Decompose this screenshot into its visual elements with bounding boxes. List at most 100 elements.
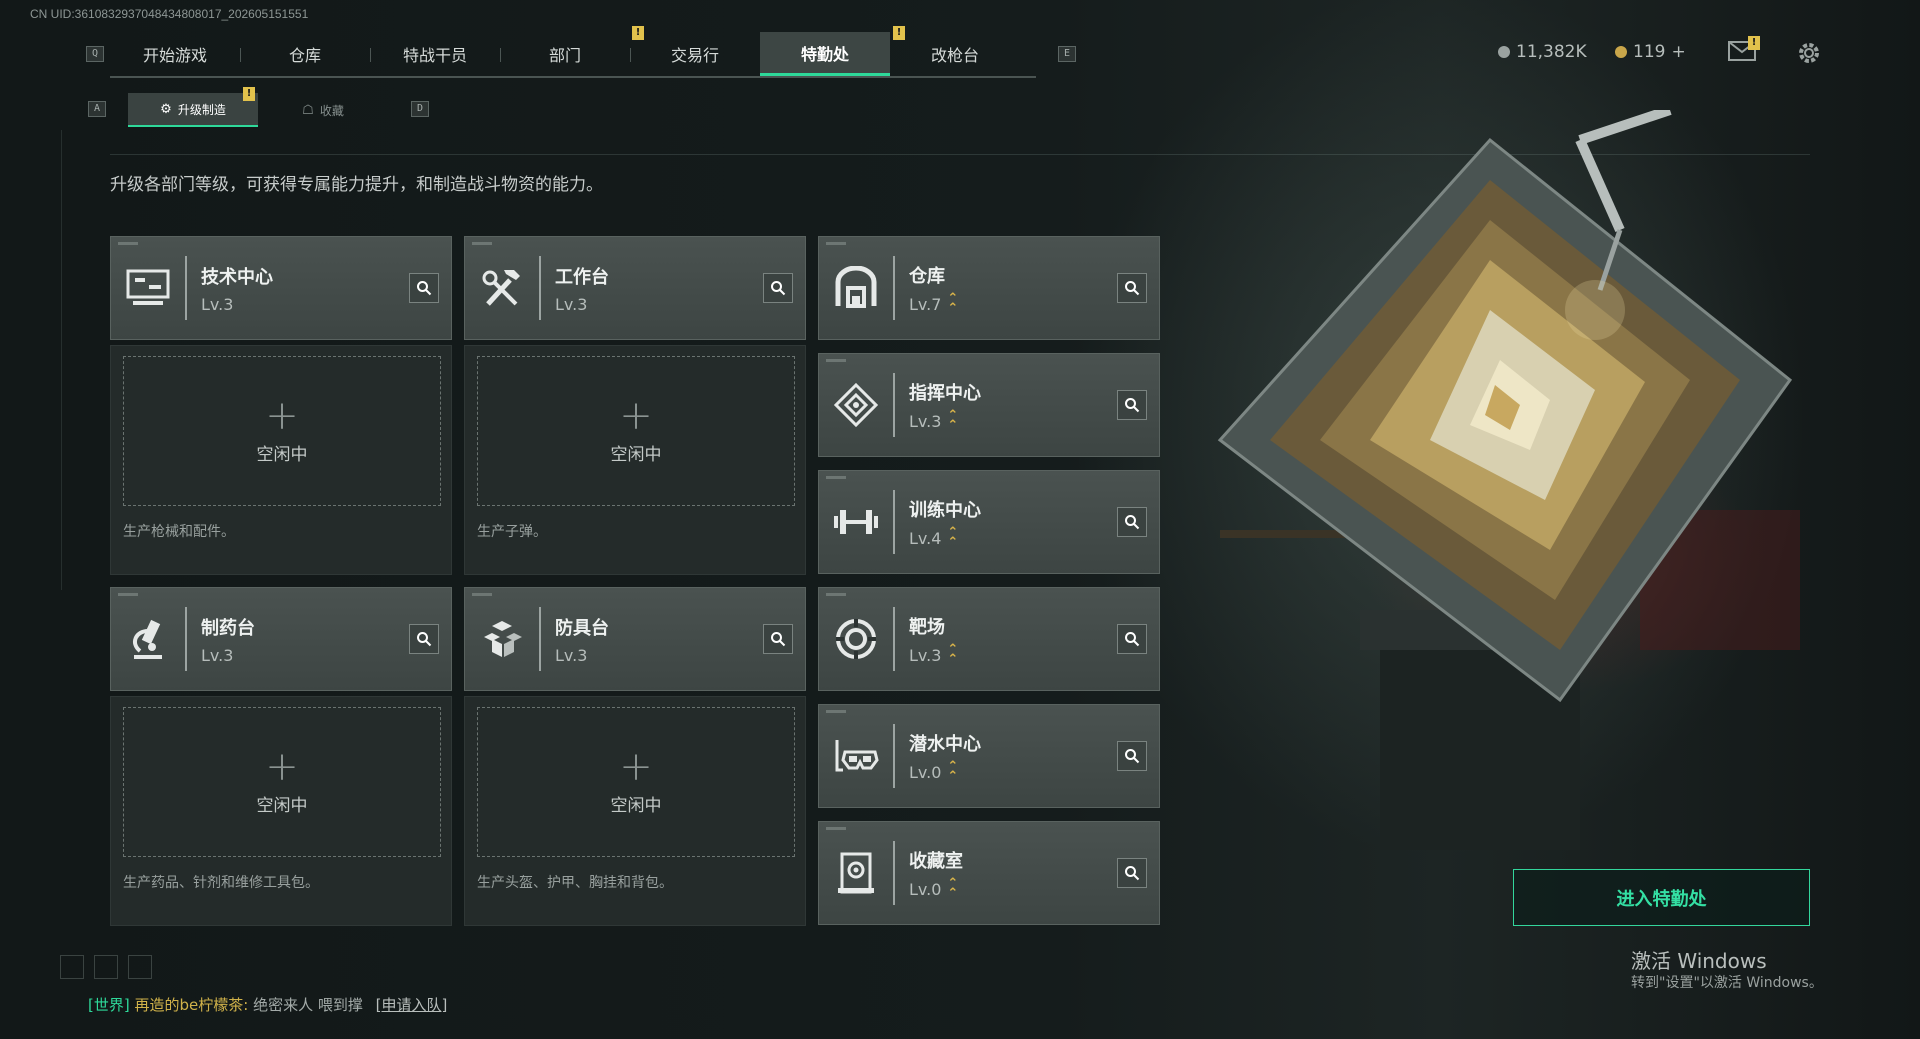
production-slot-area: + 空闲中 生产子弹。 xyxy=(464,345,806,575)
card-tag xyxy=(826,827,846,830)
key-hint-d: D xyxy=(411,101,429,117)
subtab-collection[interactable]: ☖ 收藏 xyxy=(258,93,388,127)
tab-special-ops[interactable]: 特勤处 xyxy=(760,32,890,76)
upgrade-available-icon: ⌃ ⌃ xyxy=(947,642,959,667)
armor-blocks-icon xyxy=(465,607,541,671)
uid-label: CN UID:3610832937048434808017_2026051515… xyxy=(30,7,309,21)
tab-department[interactable]: 部门 xyxy=(500,32,630,76)
facility-card-tech-center[interactable]: 技术中心 Lv.3 xyxy=(110,236,452,340)
search-icon xyxy=(771,281,786,296)
search-button[interactable] xyxy=(763,273,793,303)
dumbbell-icon xyxy=(819,490,895,554)
sub-nav: ⚙ 升级制造 ☖ 收藏 xyxy=(128,93,388,127)
card-tag xyxy=(826,476,846,479)
tab-trading[interactable]: 交易行 xyxy=(630,32,760,76)
gear-icon: ⚙ xyxy=(160,101,172,117)
search-button[interactable] xyxy=(763,624,793,654)
silver-amount: 11,382K xyxy=(1516,42,1587,62)
target-icon xyxy=(819,607,895,671)
facility-level: Lv.3 xyxy=(555,295,763,314)
diving-mask-icon xyxy=(819,724,895,788)
search-button[interactable] xyxy=(1117,741,1147,771)
facility-card-shooting-range[interactable]: 靶场 Lv.3 ⌃ ⌃ xyxy=(818,587,1160,691)
search-button[interactable] xyxy=(1117,390,1147,420)
chat-edit-icon[interactable] xyxy=(94,955,118,979)
facility-level: Lv.3 xyxy=(555,646,763,665)
slot-status: 空闲中 xyxy=(610,444,662,465)
tab-operators[interactable]: 特战干员 xyxy=(370,32,500,76)
search-button[interactable] xyxy=(1117,507,1147,537)
level-text: Lv.0 xyxy=(909,879,942,899)
chat-sender[interactable]: 再造的be柠檬茶: xyxy=(135,996,249,1014)
plus-icon: + xyxy=(619,743,653,790)
subtab-upgrade-craft[interactable]: ⚙ 升级制造 xyxy=(128,93,258,127)
tab-start-game[interactable]: 开始游戏 xyxy=(110,32,240,76)
search-icon xyxy=(1125,281,1140,296)
level-text: Lv.3 xyxy=(555,294,588,314)
facility-level: Lv.4 ⌃ ⌃ xyxy=(909,525,1117,550)
facility-card-command-center[interactable]: 指挥中心 Lv.3 ⌃ ⌃ xyxy=(818,353,1160,457)
level-text: Lv.4 xyxy=(909,528,942,548)
tab-gunsmith[interactable]: 改枪台 xyxy=(890,32,1020,76)
search-button[interactable] xyxy=(1117,624,1147,654)
produce-description: 生产药品、针剂和维修工具包。 xyxy=(123,875,319,891)
level-text: Lv.3 xyxy=(201,294,234,314)
facility-name: 潜水中心 xyxy=(909,734,981,755)
level-text: Lv.7 xyxy=(909,294,942,314)
tab-label: 部门 xyxy=(548,46,581,65)
empty-slot[interactable]: + 空闲中 xyxy=(123,707,441,857)
empty-slot[interactable]: + 空闲中 xyxy=(123,356,441,506)
search-button[interactable] xyxy=(409,624,439,654)
command-diamond-icon xyxy=(819,373,895,437)
card-tag xyxy=(826,710,846,713)
facility-name: 工作台 xyxy=(555,266,609,288)
settings-gear-icon[interactable] xyxy=(1796,40,1822,72)
empty-slot[interactable]: + 空闲中 xyxy=(477,356,795,506)
gold-coin-icon xyxy=(1615,46,1627,58)
facility-card-armor-bench[interactable]: 防具台 Lv.3 xyxy=(464,587,806,691)
collection-icon: ☖ xyxy=(302,102,314,118)
facility-card-collection-room[interactable]: 收藏室 Lv.0 ⌃ ⌃ xyxy=(818,821,1160,925)
facility-card-diving-center[interactable]: 潜水中心 Lv.0 ⌃ ⌃ xyxy=(818,704,1160,808)
search-button[interactable] xyxy=(1117,858,1147,888)
microscope-icon xyxy=(111,607,187,671)
facility-level: Lv.3 ⌃ ⌃ xyxy=(909,642,1117,667)
facility-level: Lv.3 ⌃ ⌃ xyxy=(909,409,1117,432)
facility-card-workbench[interactable]: 工作台 Lv.3 xyxy=(464,236,806,340)
tab-label: 特战干员 xyxy=(402,46,467,65)
card-tag xyxy=(118,242,138,245)
empty-slot[interactable]: + 空闲中 xyxy=(477,707,795,857)
tab-label: 改枪台 xyxy=(930,46,979,65)
tab-warehouse[interactable]: 仓库 xyxy=(240,32,370,76)
search-button[interactable] xyxy=(1117,273,1147,303)
enter-special-ops-button[interactable]: 进入特勤处 xyxy=(1513,869,1810,926)
facility-card-training-center[interactable]: 训练中心 Lv.4 ⌃ ⌃ xyxy=(818,470,1160,574)
key-hint-a: A xyxy=(88,101,106,117)
currency-gold[interactable]: 119 + xyxy=(1615,42,1686,62)
upgrade-available-icon: ⌃ ⌃ xyxy=(947,525,959,550)
facility-name: 训练中心 xyxy=(909,500,981,521)
facility-level: Lv.3 xyxy=(201,646,409,665)
search-icon xyxy=(1125,398,1140,413)
facility-name: 靶场 xyxy=(909,617,945,638)
chat-emoji-icon[interactable] xyxy=(128,955,152,979)
alert-badge: ! xyxy=(893,26,905,40)
search-icon xyxy=(417,632,432,647)
facility-level: Lv.7 ⌃ ⌃ xyxy=(909,292,1117,315)
production-slot-area: + 空闲中 生产头盔、护甲、胸挂和背包。 xyxy=(464,696,806,926)
upgrade-available-icon: ⌃ ⌃ xyxy=(947,759,959,784)
subtab-label: 升级制造 xyxy=(177,102,226,117)
chat-toolbar xyxy=(60,955,152,979)
facility-card-storage[interactable]: 仓库 Lv.7 ⌃ ⌃ xyxy=(818,236,1160,340)
level-text: Lv.0 xyxy=(909,762,942,782)
search-button[interactable] xyxy=(409,273,439,303)
key-hint-q: Q xyxy=(86,46,104,62)
facility-level: Lv.3 xyxy=(201,295,409,314)
join-team-link[interactable]: [申请入队] xyxy=(376,996,448,1014)
facility-name: 技术中心 xyxy=(201,266,273,288)
gold-amount: 119 xyxy=(1633,42,1666,62)
facility-card-pharmacy[interactable]: 制药台 Lv.3 xyxy=(110,587,452,691)
add-currency-icon[interactable]: + xyxy=(1671,42,1685,62)
chat-expand-icon[interactable] xyxy=(60,955,84,979)
facility-name: 制药台 xyxy=(201,617,255,639)
